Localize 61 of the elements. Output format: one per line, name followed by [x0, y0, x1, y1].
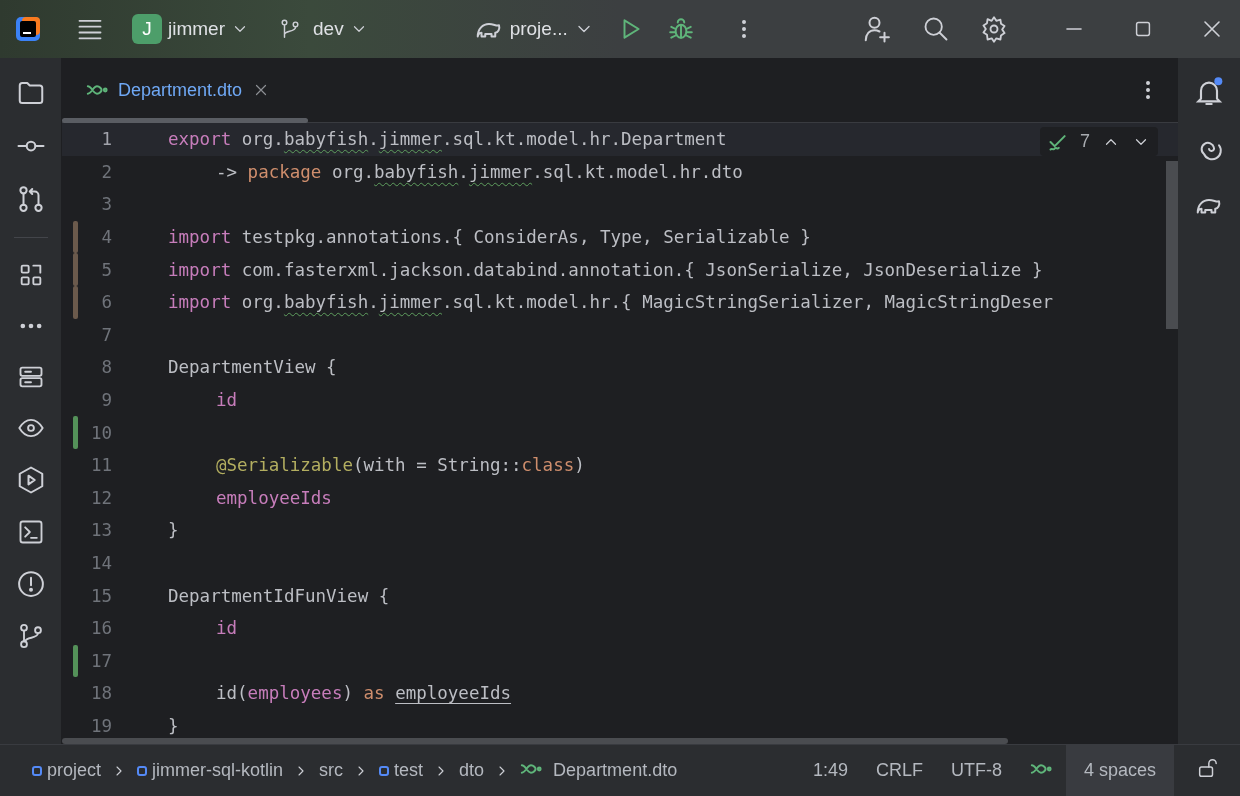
code-line: } [167, 520, 179, 541]
code-line: id [215, 390, 238, 411]
branch-icon[interactable] [279, 18, 301, 40]
code-line: DepartmentView { [167, 357, 337, 378]
line-number: 17 [89, 650, 113, 671]
line-number: 14 [89, 553, 113, 573]
code-line: export org.babyfish.jimmer.sql.kt.model.hr.Department [167, 129, 727, 150]
line-number: 5 [100, 259, 113, 280]
line-number: 9 [100, 390, 113, 411]
line-number: 10 [89, 422, 113, 443]
run-config-selector[interactable]: proje... [473, 14, 594, 44]
editor-tab[interactable]: Department.dto [84, 58, 273, 122]
line-number: 11 [89, 455, 113, 476]
dto-file-icon [86, 83, 108, 97]
bug-icon[interactable] [667, 16, 694, 42]
code-line: import org.babyfish.jimmer.sql.kt.model.hr.{ MagicStringSerializer, MagicStringDeser [167, 292, 1054, 313]
line-number: 13 [89, 520, 113, 541]
dto-file-icon [1029, 762, 1052, 776]
code-line: -> package org.babyfish.jimmer.sql.kt.model.hr.dto [215, 161, 743, 182]
line-number: 19 [89, 716, 113, 736]
indent-setting[interactable]: 4 spaces [1065, 745, 1174, 796]
line-number: 12 [89, 487, 113, 508]
code-line: id(employees) as employeeIds [215, 683, 512, 704]
module-icon [137, 765, 148, 776]
cursor-position[interactable]: 1:49 [798, 760, 862, 781]
unlock-icon[interactable] [1196, 757, 1218, 779]
line-number: 15 [89, 585, 113, 606]
code-line: @Serializable(with = String::class) [215, 455, 585, 476]
breadcrumb[interactable]: src [319, 760, 344, 781]
breadcrumb[interactable]: jimmer-sql-kotlin [137, 760, 284, 781]
line-number: 7 [100, 324, 113, 345]
code-line: employeeIds [215, 487, 332, 508]
code-line: id [215, 618, 238, 639]
dto-file-icon [520, 762, 543, 776]
line-number: 1 [100, 129, 113, 150]
line-number: 4 [100, 227, 113, 248]
module-icon [32, 765, 42, 776]
module-icon [379, 765, 390, 776]
inspection-widget[interactable]: 7 [1040, 127, 1158, 156]
encoding[interactable]: UTF-8 [936, 760, 1016, 781]
line-number: 3 [100, 194, 113, 215]
code-line: DepartmentIdFunView { [167, 585, 390, 606]
line-number: 8 [100, 357, 113, 378]
code-line: import testpkg.annotations.{ ConsiderAs, Type, Serializable } [167, 227, 811, 248]
line-number: 18 [89, 683, 113, 704]
problems-icon[interactable] [15, 569, 46, 599]
app-logo-icon[interactable] [14, 15, 42, 43]
line-separator[interactable]: CRLF [861, 760, 937, 781]
line-number: 16 [89, 618, 113, 639]
line-number: 2 [100, 161, 113, 182]
breadcrumb[interactable]: project [32, 760, 102, 781]
line-number: 6 [100, 292, 113, 313]
breadcrumb[interactable]: test [379, 760, 424, 781]
scrollbar[interactable] [1166, 161, 1178, 329]
breadcrumb[interactable]: Department.dto [520, 760, 678, 781]
scrollbar[interactable] [62, 738, 1008, 744]
code-line: import com.fasterxml.jackson.databind.annotation.{ JsonSerialize, JsonDeserialize } [167, 259, 1043, 280]
branch-selector[interactable]: dev [279, 18, 368, 40]
project-selector[interactable]: J jimmer [132, 14, 249, 44]
breadcrumb[interactable]: dto [459, 760, 485, 781]
code-line: } [167, 716, 179, 736]
